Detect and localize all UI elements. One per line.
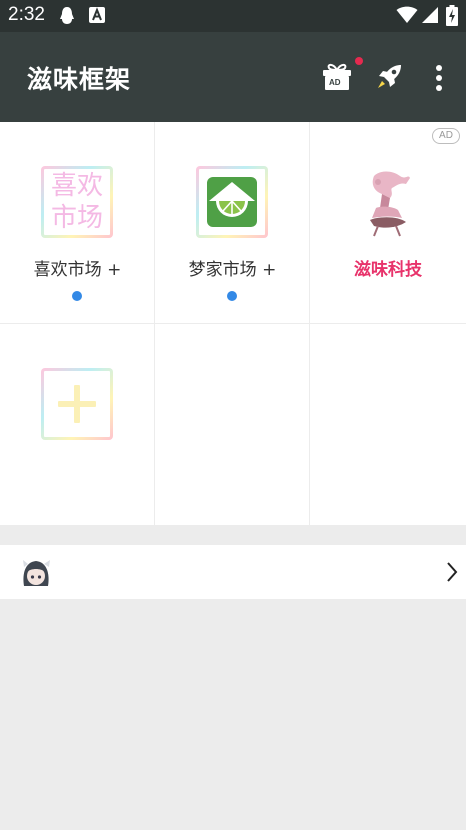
grid-item-empty xyxy=(310,324,466,526)
grid-item-xihuan-market[interactable]: 喜欢市场 喜欢市场 + xyxy=(0,122,155,324)
rocket-button[interactable] xyxy=(374,62,404,92)
wifi-icon xyxy=(396,6,418,24)
unread-dot xyxy=(227,291,237,301)
battery-charging-icon xyxy=(446,5,458,26)
anime-avatar-icon xyxy=(19,558,53,588)
more-options-button[interactable] xyxy=(432,64,446,92)
grid-item-label: 梦家市场 + xyxy=(188,260,277,280)
lime-house-icon xyxy=(196,166,268,238)
status-time: 2:32 xyxy=(8,4,45,25)
unread-dot xyxy=(72,291,82,301)
grid-item-label: 滋味科技 xyxy=(354,260,422,280)
more-vert-icon xyxy=(436,65,442,91)
grid-item-ziwei-tech[interactable]: AD 滋味科技 xyxy=(310,122,466,324)
chevron-right-icon xyxy=(446,561,458,587)
status-bar: 2:32 xyxy=(0,0,466,32)
signal-icon xyxy=(421,6,439,24)
market-text-icon: 喜欢市场 xyxy=(41,166,113,238)
gift-ad-button[interactable]: AD xyxy=(321,61,353,91)
rocket-icon xyxy=(378,65,401,88)
grid-item-mengjia-market[interactable]: 梦家市场 + xyxy=(155,122,310,324)
page-title: 滋味框架 xyxy=(27,65,132,94)
notification-dot xyxy=(355,57,363,65)
market-icon-text: 喜欢市场 xyxy=(50,171,103,233)
app-notification-icon xyxy=(88,6,106,24)
profile-row[interactable] xyxy=(0,545,466,599)
gift-ad-label: AD xyxy=(329,78,341,87)
grid-item-add[interactable] xyxy=(0,324,155,526)
plugin-grid: 喜欢市场 喜欢市场 + 梦家市场 + AD 滋味科技 xyxy=(0,122,466,526)
ad-badge: AD xyxy=(432,128,460,144)
app-bar: 滋味框架 AD xyxy=(0,32,466,122)
grid-item-label: 喜欢市场 + xyxy=(33,260,122,280)
sakura-figure-icon xyxy=(352,164,424,237)
grid-item-empty xyxy=(155,324,310,526)
qq-notification-icon xyxy=(58,6,76,26)
add-plus-icon xyxy=(41,368,113,440)
